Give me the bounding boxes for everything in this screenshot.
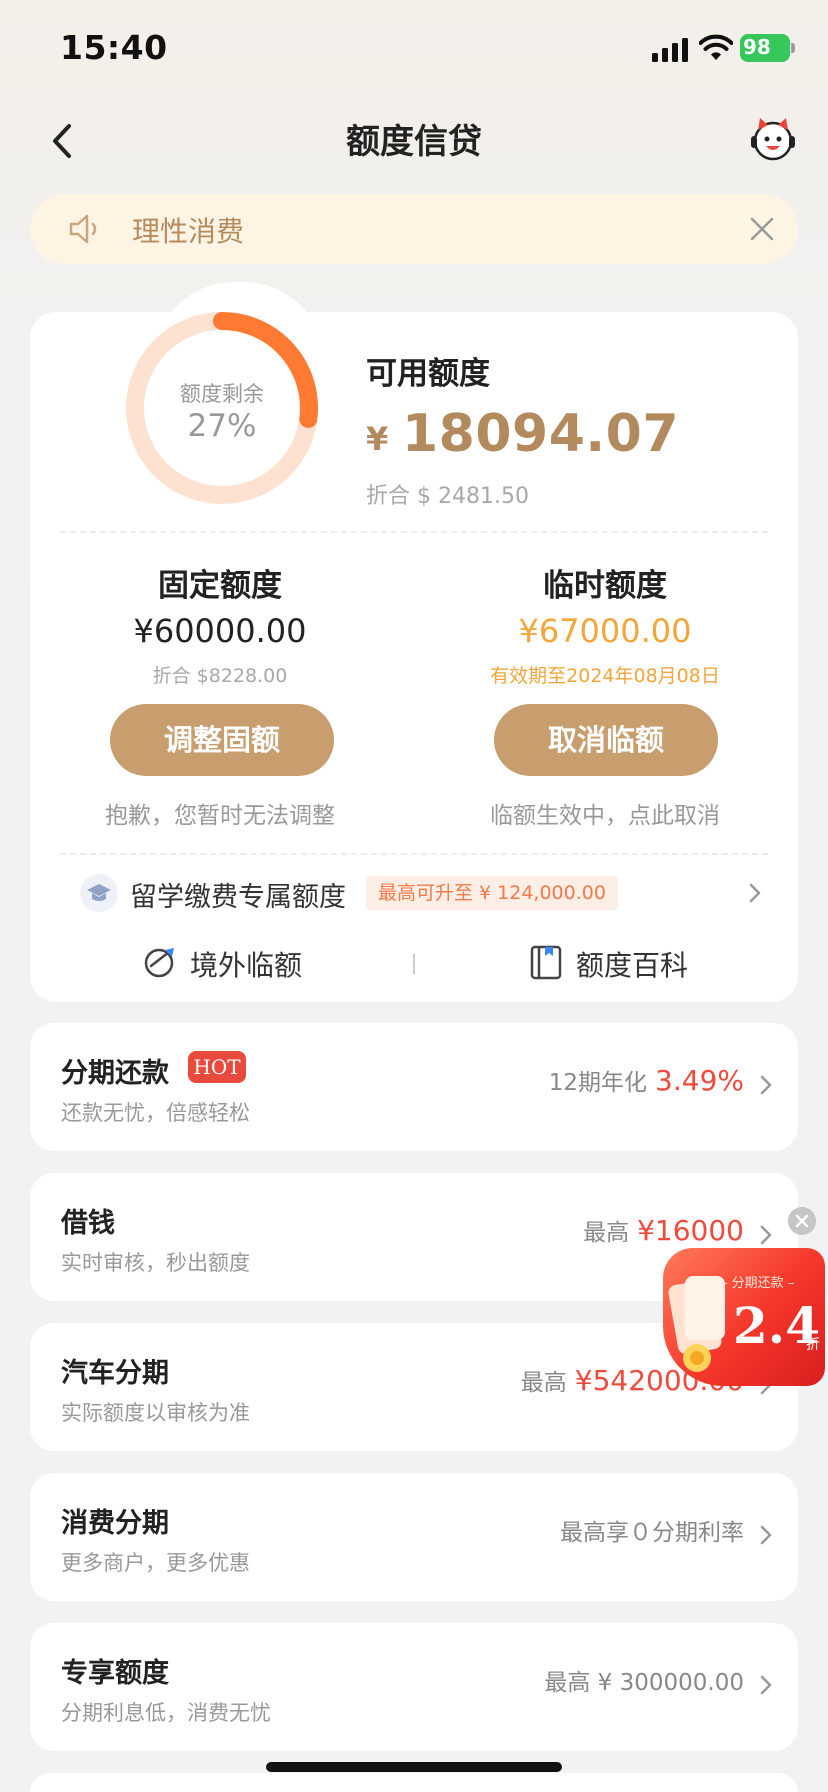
divider <box>60 531 768 533</box>
cancel-temporary-limit-button[interactable]: 取消临额 <box>494 704 718 776</box>
service-subtitle: 分期利息低，消费无忧 <box>61 1701 271 1725</box>
service-offer: 最高享０分期利率 <box>560 1513 744 1547</box>
service-rate-prefix: 12期年化 <box>548 1070 648 1096</box>
notice-text: 理性消费 <box>132 215 245 248</box>
wifi-icon <box>699 34 733 60</box>
service-title: 汽车分期 <box>61 1358 169 1389</box>
speaker-icon <box>69 214 97 244</box>
fixed-limit-note: 抱歉，您暂时无法调整 <box>105 803 335 829</box>
service-limit-prefix: 最高 <box>583 1220 630 1246</box>
study-abroad-title: 留学缴费专属额度 <box>130 882 346 913</box>
service-title: 消费分期 <box>61 1508 169 1539</box>
next-service-card[interactable] <box>30 1773 798 1792</box>
chevron-right-icon <box>749 883 761 903</box>
service-limit-text: 最高 ¥ 300000.00 <box>544 1670 744 1696</box>
limit-encyclopedia-link[interactable]: 额度百科 <box>528 942 708 986</box>
installment-promo-float[interactable]: – 分期还款 – 2.4 折 <box>663 1248 825 1386</box>
temporary-limit-valid-until: 有效期至2024年08月08日 <box>490 665 720 687</box>
status-bar: 15:40 98 <box>0 0 828 100</box>
home-indicator <box>266 1762 562 1772</box>
promo-label: – 分期还款 – <box>721 1276 795 1291</box>
fixed-limit-converted: 折合 $8228.00 <box>152 665 288 687</box>
status-time: 15:40 <box>60 28 168 67</box>
fixed-limit-title: 固定额度 <box>158 568 282 604</box>
divider <box>60 853 768 855</box>
cellular-signal-icon <box>652 38 688 62</box>
chevron-right-icon <box>760 1525 772 1545</box>
promo-discount-unit: 折 <box>806 1337 820 1353</box>
overseas-temp-limit-label: 境外临额 <box>190 949 303 982</box>
service-subtitle: 还款无忧，倍感轻松 <box>61 1101 250 1125</box>
study-abroad-badge: 最高可升至 ¥ 124,000.00 <box>366 876 618 910</box>
gauge-label: 额度剩余 <box>180 382 264 406</box>
available-limit-converted: 折合 $ 2481.50 <box>366 484 529 509</box>
temporary-limit-amount: ¥67000.00 <box>518 612 692 650</box>
service-limit-value: ¥16000 <box>637 1214 744 1247</box>
service-rate: 12期年化 3.49% <box>549 1063 744 1097</box>
service-title: 借钱 <box>61 1208 115 1239</box>
customer-service-mascot-icon[interactable] <box>748 114 798 164</box>
service-offer-text: 最高享０分期利率 <box>560 1520 744 1546</box>
battery-icon: 98 <box>740 34 796 62</box>
chevron-right-icon <box>760 1075 772 1095</box>
chevron-right-icon <box>760 1225 772 1245</box>
globe-plane-icon <box>144 948 174 978</box>
overseas-temp-limit-link[interactable]: 境外临额 <box>142 942 322 986</box>
graduation-cap-icon <box>80 874 118 912</box>
service-subtitle: 实际额度以审核为准 <box>61 1401 250 1425</box>
study-abroad-limit-row[interactable]: 留学缴费专属额度 最高可升至 ¥ 124,000.00 <box>30 862 798 924</box>
service-limit: 最高 ¥16000 <box>583 1213 744 1247</box>
link-divider <box>413 954 415 974</box>
available-currency: ¥ <box>366 420 389 458</box>
promo-close-icon[interactable] <box>788 1207 816 1235</box>
temporary-limit-title: 临时额度 <box>543 568 667 604</box>
close-icon[interactable] <box>746 213 778 245</box>
service-title: 专享额度 <box>61 1658 169 1689</box>
service-rate-value: 3.49% <box>655 1064 744 1097</box>
limit-encyclopedia-label: 额度百科 <box>576 949 689 982</box>
book-icon <box>530 945 562 980</box>
installment-repayment-card[interactable]: 分期还款 HOT 还款无忧，倍感轻松 12期年化 3.49% <box>30 1023 798 1151</box>
temporary-limit-note[interactable]: 临额生效中，点此取消 <box>455 796 755 830</box>
consumer-installment-card[interactable]: 消费分期 更多商户，更多优惠 最高享０分期利率 <box>30 1473 798 1601</box>
service-subtitle: 实时审核，秒出额度 <box>61 1251 250 1275</box>
chevron-right-icon <box>760 1675 772 1695</box>
service-title: 分期还款 <box>61 1058 169 1089</box>
gauge-percent: 27% <box>187 408 257 444</box>
fixed-limit-amount: ¥60000.00 <box>133 612 307 650</box>
adjust-fixed-limit-button[interactable]: 调整固额 <box>110 704 334 776</box>
available-limit-title: 可用额度 <box>366 356 490 392</box>
nav-bar: 额度信贷 <box>0 100 828 180</box>
page-title: 额度信贷 <box>346 122 482 162</box>
hot-badge: HOT <box>188 1051 246 1083</box>
service-limit-prefix: 最高 <box>520 1370 567 1396</box>
battery-level: 98 <box>743 35 771 59</box>
exclusive-limit-card[interactable]: 专享额度 分期利息低，消费无忧 最高 ¥ 300000.00 <box>30 1623 798 1751</box>
service-subtitle: 更多商户，更多优惠 <box>61 1551 250 1575</box>
service-limit: 最高 ¥ 300000.00 <box>544 1663 744 1697</box>
available-limit-amount: 18094.07 <box>402 404 680 464</box>
notice-bar: 理性消费 <box>30 194 798 264</box>
